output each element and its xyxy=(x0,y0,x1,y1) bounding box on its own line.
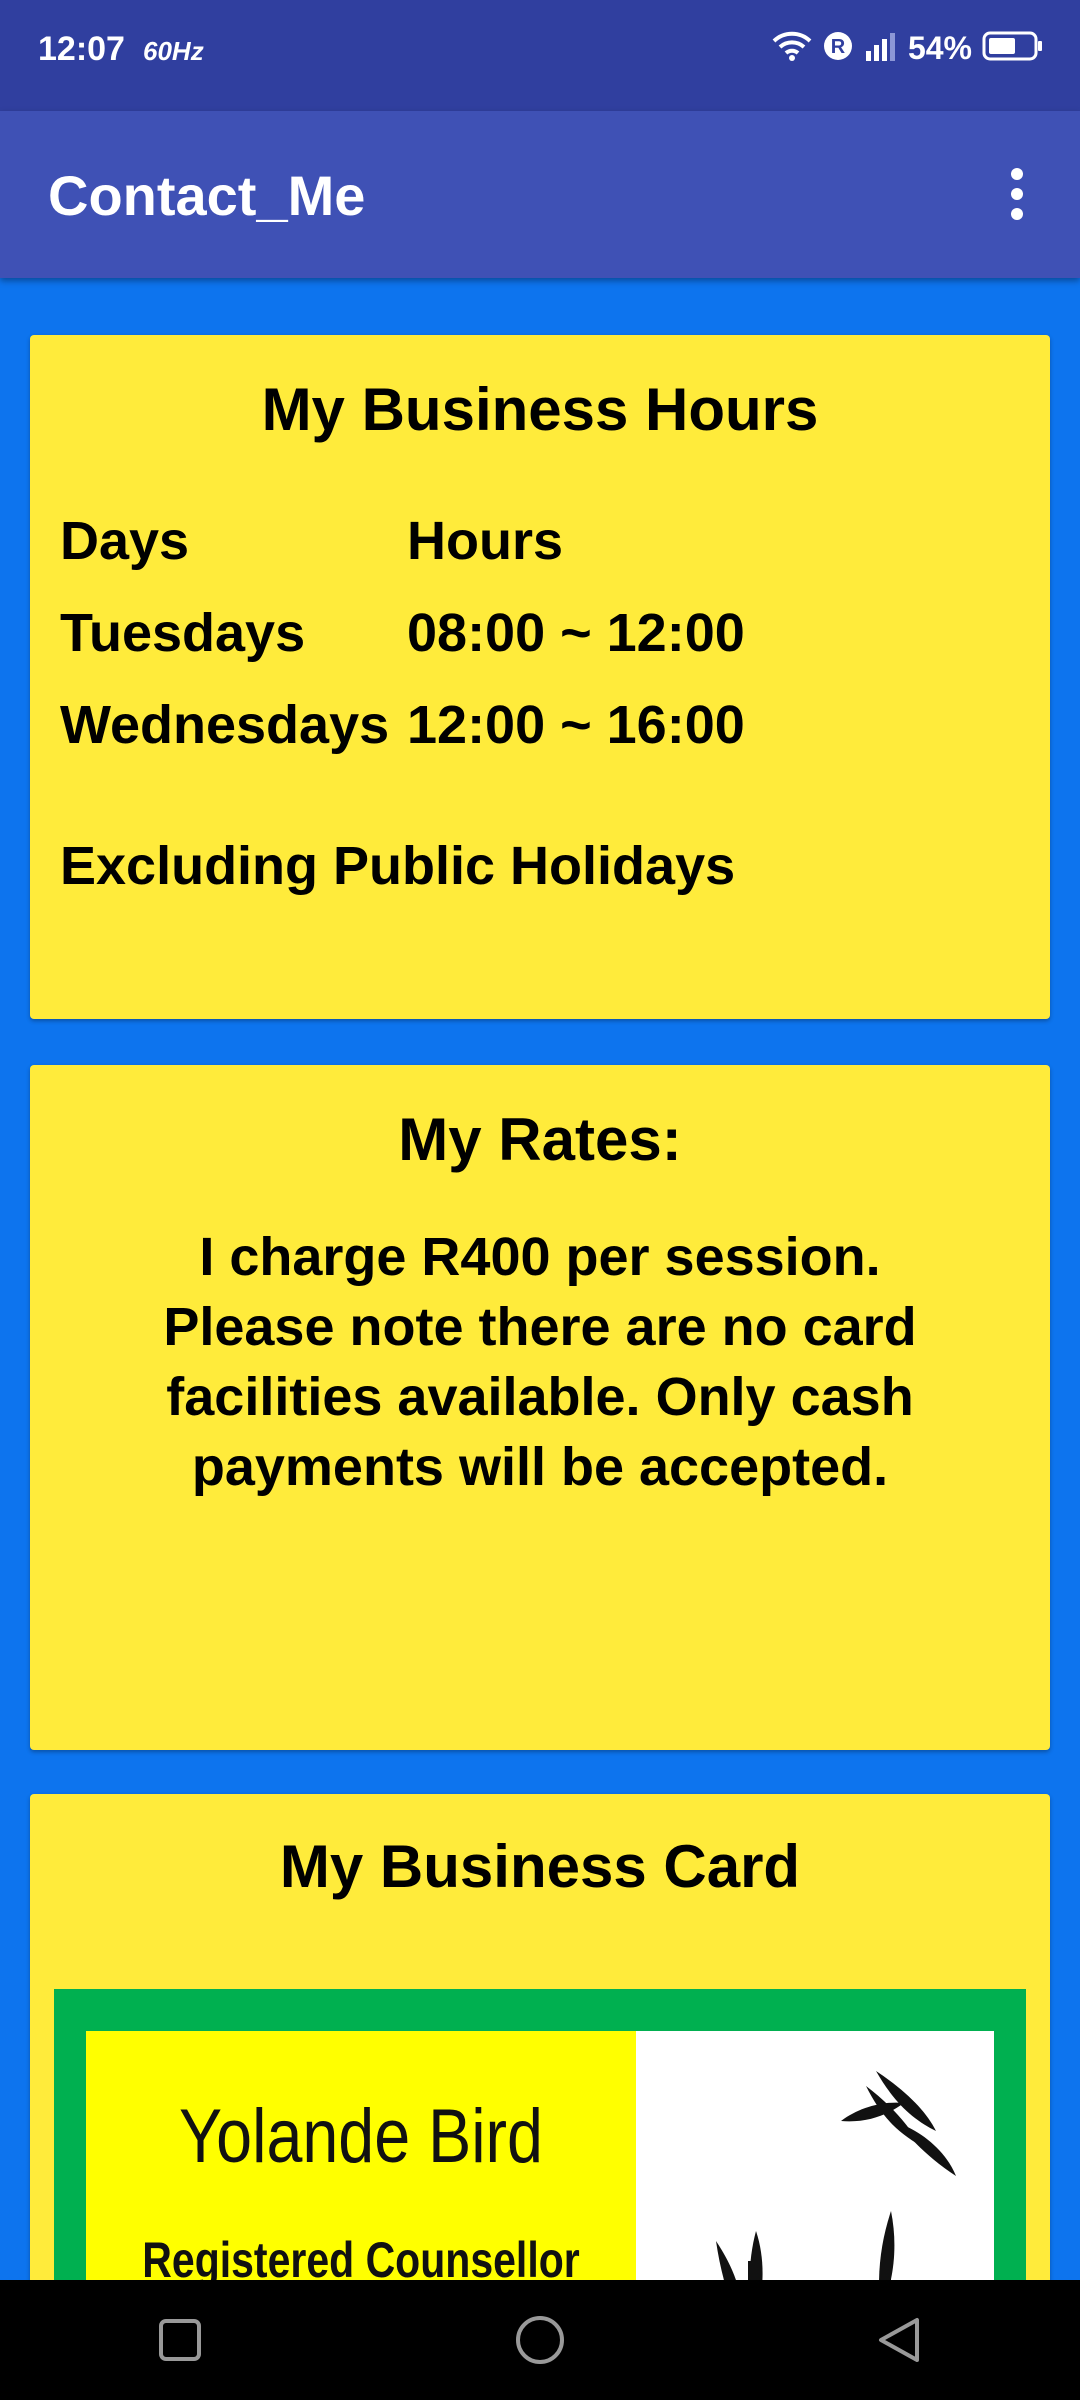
back-button[interactable] xyxy=(840,2280,960,2400)
battery-icon xyxy=(982,31,1044,66)
rates-text: I charge R400 per session. Please note t… xyxy=(163,1227,917,1497)
more-vert-icon xyxy=(1011,168,1023,220)
hours-time: 12:00 ~ 16:00 xyxy=(407,695,745,755)
bamboo-illustration xyxy=(636,2031,994,2280)
business-card-name: Yolande Bird xyxy=(179,2094,543,2179)
app-title: Contact_Me xyxy=(48,164,366,227)
svg-text:R: R xyxy=(831,36,846,58)
business-hours-card: My Business Hours Days Hours Tuesdays 08… xyxy=(30,335,1050,1019)
signal-icon xyxy=(864,31,898,66)
rates-title: My Rates: xyxy=(398,1106,682,1173)
roaming-icon: R xyxy=(822,30,854,67)
business-card-title: My Business Card xyxy=(279,1833,801,1900)
status-bar: 12:07 60Hz R 54% xyxy=(0,0,1080,111)
battery-percentage: 54% xyxy=(907,30,972,66)
recents-button[interactable] xyxy=(120,2280,240,2400)
business-hours-title: My Business Hours xyxy=(261,376,819,443)
holidays-note: Excluding Public Holidays xyxy=(60,836,736,896)
recents-icon xyxy=(159,2319,201,2361)
overflow-menu-button[interactable] xyxy=(982,159,1052,229)
business-card-card: My Business Card Yolande Bird Registered… xyxy=(30,1794,1050,2280)
hours-day: Tuesdays xyxy=(60,603,306,663)
hours-row: Wednesdays 12:00 ~ 16:00 xyxy=(60,679,745,771)
back-icon xyxy=(879,2318,919,2362)
hours-time: 08:00 ~ 12:00 xyxy=(407,603,745,663)
business-card-role: Registered Counsellor xyxy=(142,2232,580,2280)
rates-card: My Rates: I charge R400 per session. Ple… xyxy=(30,1065,1050,1750)
home-button[interactable] xyxy=(480,2280,600,2400)
scroll-content[interactable]: My Business Hours Days Hours Tuesdays 08… xyxy=(0,278,1080,2280)
refresh-rate: 60Hz xyxy=(143,36,204,66)
hours-header-row: Days Hours xyxy=(60,495,745,587)
hours-row: Tuesdays 08:00 ~ 12:00 xyxy=(60,587,745,679)
business-card-text-panel: Yolande Bird Registered Counsellor xyxy=(86,2031,636,2280)
status-icons: R 54% xyxy=(772,30,1044,67)
business-card-image: Yolande Bird Registered Counsellor xyxy=(54,1989,1026,2280)
wifi-icon xyxy=(772,30,812,67)
hours-header: Hours xyxy=(407,511,564,571)
hours-day: Wednesdays xyxy=(60,695,390,755)
days-header: Days xyxy=(60,511,190,571)
app-bar: Contact_Me xyxy=(0,111,1080,278)
navigation-bar xyxy=(0,2280,1080,2400)
status-time: 12:07 xyxy=(38,30,125,68)
hours-table: Days Hours Tuesdays 08:00 ~ 12:00 Wednes… xyxy=(60,495,745,771)
home-icon xyxy=(516,2316,564,2364)
